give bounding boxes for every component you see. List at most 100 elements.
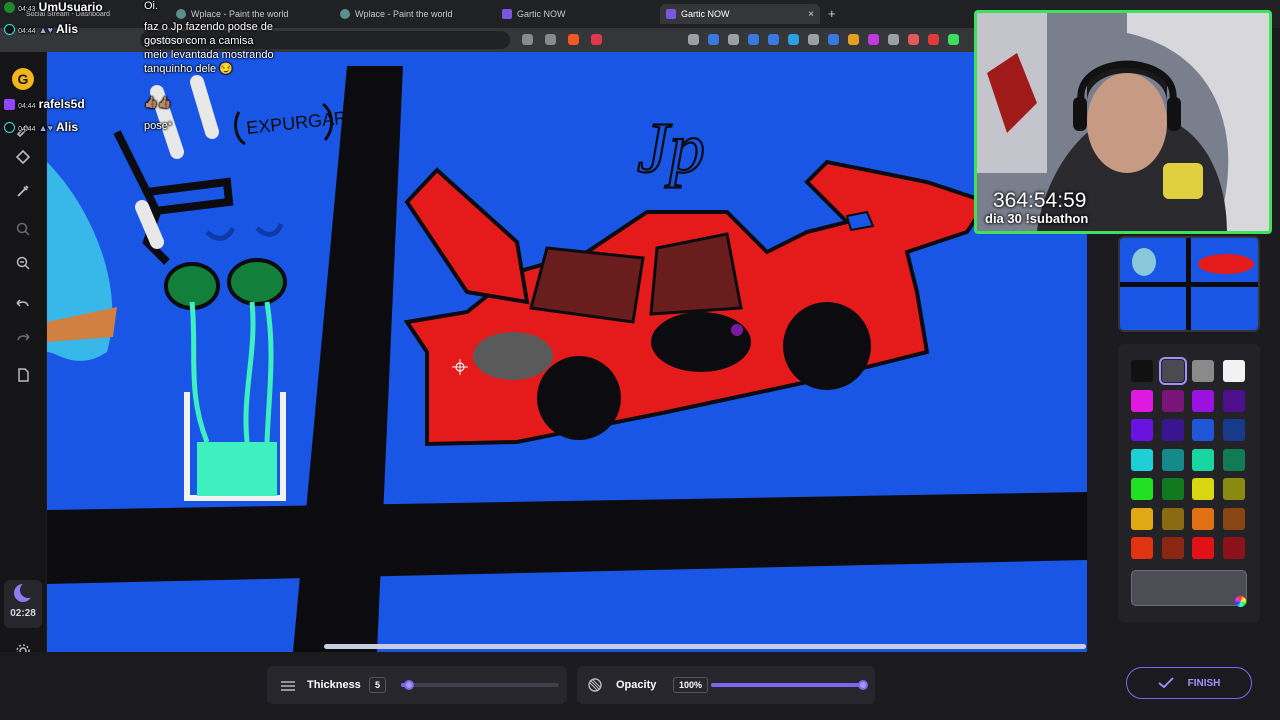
color-swatch[interactable] — [1161, 389, 1184, 412]
color-swatch[interactable] — [1158, 357, 1187, 385]
extension-icon[interactable] — [928, 34, 939, 45]
extension-icon[interactable] — [908, 34, 919, 45]
color-swatch[interactable] — [1222, 507, 1245, 530]
extension-icon[interactable] — [808, 34, 819, 45]
color-swatch[interactable] — [1192, 507, 1214, 530]
thickness-slider-handle[interactable] — [404, 680, 414, 690]
color-swatch[interactable] — [1161, 507, 1184, 530]
color-swatch[interactable] — [1192, 360, 1214, 382]
eraser-icon[interactable] — [12, 146, 34, 168]
tab-gartic-active[interactable]: Gartic NOW × — [660, 4, 820, 24]
color-swatch[interactable] — [1222, 389, 1245, 412]
drawn-shape — [731, 324, 743, 336]
color-swatch[interactable] — [1192, 448, 1214, 471]
menu-lines-icon — [281, 679, 295, 697]
color-swatch[interactable] — [1131, 507, 1153, 530]
drawn-shape — [205, 223, 284, 241]
tab-label: Wplace - Paint the world — [355, 9, 453, 19]
opacity-label: Opacity — [616, 679, 657, 691]
extension-icon[interactable] — [848, 34, 859, 45]
color-swatch[interactable] — [1131, 448, 1153, 471]
color-swatch[interactable] — [1131, 478, 1153, 500]
extension-icon[interactable] — [888, 34, 899, 45]
close-tab-icon[interactable]: × — [808, 9, 814, 20]
color-swatch[interactable] — [1131, 389, 1153, 412]
color-swatch[interactable] — [1161, 448, 1184, 471]
drawing-canvas[interactable]: EXPURGAR Jp — [47, 52, 1087, 652]
opacity-slider-handle[interactable] — [858, 680, 868, 690]
file-icon[interactable] — [12, 364, 34, 386]
brave-shield-icon[interactable] — [568, 34, 579, 45]
drawing-artwork: EXPURGAR Jp — [47, 66, 1087, 652]
screen: Social Stream - Dashboard Wplace - Paint… — [0, 0, 1280, 720]
opacity-value-field[interactable]: 100% — [673, 677, 709, 693]
color-swatch[interactable] — [1192, 419, 1214, 441]
color-swatch[interactable] — [1161, 419, 1184, 441]
extension-icon[interactable] — [868, 34, 879, 45]
color-swatch[interactable] — [1161, 537, 1184, 559]
new-tab-button[interactable]: + — [828, 6, 836, 21]
check-icon — [1158, 677, 1174, 689]
color-swatch[interactable] — [1131, 537, 1153, 559]
globe-icon — [340, 9, 350, 19]
webcam-overlay: 364:54:59 dia 30 !subathon — [974, 10, 1272, 234]
gartic-logo: G — [12, 68, 34, 90]
drawn-road — [47, 492, 1087, 584]
drawn-shape — [150, 75, 219, 159]
opacity-icon — [587, 677, 605, 698]
extension-icon[interactable] — [788, 34, 799, 45]
extension-icon[interactable] — [948, 34, 959, 45]
color-swatch[interactable] — [1192, 389, 1214, 412]
color-swatch[interactable] — [1192, 478, 1214, 500]
thumbnail-artwork — [1120, 238, 1258, 330]
color-wheel-icon[interactable] — [1235, 596, 1246, 607]
color-swatch[interactable] — [1222, 537, 1245, 559]
color-swatch[interactable] — [1222, 419, 1245, 441]
color-swatch[interactable] — [1222, 448, 1245, 471]
undo-icon[interactable] — [12, 292, 34, 314]
round-timer: 02:28 — [4, 580, 42, 628]
tiktok-icon — [4, 24, 15, 35]
horizontal-scrollbar[interactable] — [324, 644, 1086, 649]
thickness-slider[interactable] — [401, 680, 559, 690]
finish-button[interactable]: FINISH — [1126, 667, 1252, 699]
extension-icon[interactable] — [748, 34, 759, 45]
subathon-label: dia 30 !subathon — [985, 211, 1089, 226]
drawn-signature: Jp — [637, 108, 705, 188]
chat-time: 04:44 — [18, 126, 36, 133]
share-icon[interactable] — [545, 34, 556, 45]
color-swatch[interactable] — [1222, 360, 1245, 382]
finish-label: FINISH — [1187, 677, 1221, 689]
tab-gartic-1[interactable]: Gartic NOW — [496, 4, 572, 24]
extension-icon[interactable] — [768, 34, 779, 45]
current-color-preview[interactable] — [1131, 570, 1247, 606]
drawn-car-headlight — [473, 332, 553, 380]
opacity-slider[interactable] — [711, 680, 868, 690]
chat-time: 04:44 — [18, 103, 36, 110]
tiktok-icon — [4, 122, 15, 133]
extension-icon[interactable] — [728, 34, 739, 45]
opacity-panel: Opacity 100% — [577, 666, 875, 704]
redo-icon[interactable] — [12, 326, 34, 348]
screen-icon[interactable] — [522, 34, 533, 45]
chat-message: 04:44 ▲♥ Alis — [4, 120, 78, 134]
color-swatch[interactable] — [1222, 478, 1245, 500]
color-swatch[interactable] — [1192, 537, 1214, 559]
opacity-slider-fill — [711, 683, 863, 687]
drawn-liquid — [197, 442, 277, 496]
chat-time: 04:44 — [18, 28, 36, 35]
pipette-icon[interactable] — [12, 180, 34, 202]
thickness-value-field[interactable]: 5 — [369, 677, 387, 693]
previous-drawing-thumbnail[interactable] — [1118, 236, 1260, 332]
color-swatch[interactable] — [1131, 419, 1153, 441]
extension-icon[interactable] — [828, 34, 839, 45]
zoom-in-icon[interactable] — [12, 218, 34, 240]
color-swatch[interactable] — [1161, 478, 1184, 500]
rewards-icon[interactable] — [591, 34, 602, 45]
extension-icon[interactable] — [708, 34, 719, 45]
color-swatch[interactable] — [1131, 360, 1153, 382]
chat-text: Oi. — [144, 0, 159, 12]
zoom-out-icon[interactable] — [12, 252, 34, 274]
tab-wplace-2[interactable]: Wplace - Paint the world — [334, 4, 459, 24]
extension-icon[interactable] — [688, 34, 699, 45]
